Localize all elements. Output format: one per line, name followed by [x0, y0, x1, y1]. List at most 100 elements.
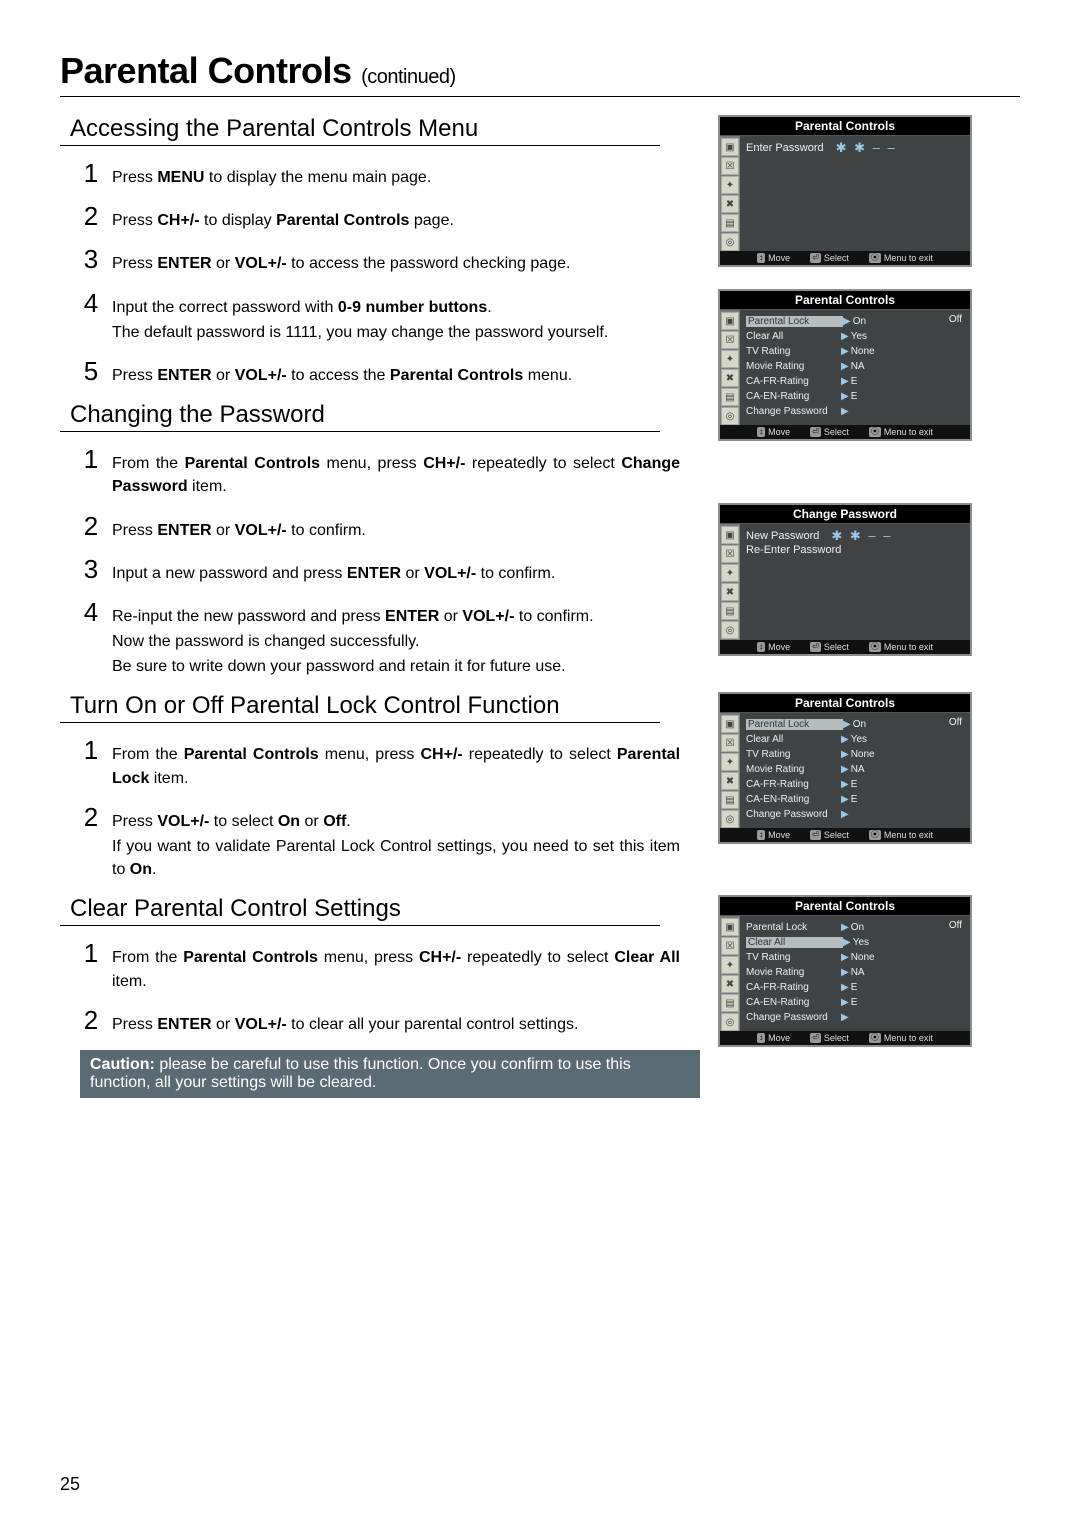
step-number: 2 [80, 203, 102, 229]
osd-content: New Password✱ ✱ – –Re-Enter Password [740, 524, 970, 640]
osd-footer-hint: ⏎Select [810, 830, 849, 840]
osd-menu-row: Change Password▶ [746, 404, 964, 419]
osd-icon: ◎ [721, 1013, 739, 1031]
section-divider [60, 431, 660, 432]
osd-menu-row: Change Password▶ [746, 807, 964, 822]
osd-menu-label: Parental Lock [746, 719, 843, 730]
step-text: Input the correct password with 0-9 numb… [112, 296, 680, 344]
osd-pw-value: ✱ ✱ – – [831, 528, 892, 544]
steps-lock: 1From the Parental Controls menu, press … [80, 737, 680, 881]
step-text: Press ENTER or VOL+/- to access the Pare… [112, 364, 680, 387]
osd-icon-column: ▣☒✦✖▤◎ [720, 524, 740, 640]
title-divider [60, 96, 1020, 97]
osd-menu-row: Movie Rating▶NA [746, 359, 964, 374]
osd-enter-password: Parental Controls▣☒✦✖▤◎Enter Password✱ ✱… [718, 115, 972, 267]
step-item: 2 Press CH+/- to display Parental Control… [80, 203, 680, 232]
osd-label: Enter Password [746, 142, 824, 154]
step-item: 3Press ENTER or VOL+/- to access the pas… [80, 246, 680, 275]
step-text: Press ENTER or VOL+/- to confirm. [112, 519, 680, 542]
osd-icon: ▣ [721, 918, 739, 936]
osd-parental-menu-1: Parental Controls▣☒✦✖▤◎OffParental Lock▶… [718, 289, 972, 441]
osd-menu-label: Parental Lock [746, 316, 843, 327]
osd-footer: ↕Move⏎Select⦿Menu to exit [720, 828, 970, 842]
step-item: 2Press VOL+/- to select On or Off.If you… [80, 804, 680, 882]
arrow-right-icon: ▶ [841, 734, 849, 745]
heading-lock: Turn On or Off Parental Lock Control Fun… [70, 692, 700, 720]
step-number: 2 [80, 804, 102, 830]
osd-icon: ✦ [721, 956, 739, 974]
osd-body: ▣☒✦✖▤◎OffParental Lock▶OnClear All▶YesTV… [720, 310, 970, 425]
heading-accessing: Accessing the Parental Controls Menu [70, 115, 700, 143]
osd-icon: ✖ [721, 369, 739, 387]
osd-menu-row: TV Rating▶None [746, 950, 964, 965]
step-text: Press MENU to display the menu main page… [112, 166, 680, 189]
osd-icon: ✦ [721, 753, 739, 771]
step-text: Press ENTER or VOL+/- to clear all your … [112, 1013, 680, 1036]
step-item: 2Press ENTER or VOL+/- to clear all your… [80, 1007, 680, 1036]
step-item: 1From the Parental Controls menu, press … [80, 940, 680, 992]
osd-footer-hint: ⏎Select [810, 253, 849, 263]
osd-content: OffParental Lock▶OnClear All▶YesTV Ratin… [740, 310, 970, 425]
step-number: 1 [80, 940, 102, 966]
arrow-right-icon: ▶ [843, 937, 851, 948]
osd-menu-label: Clear All [746, 331, 841, 342]
osd-footer-hint: ↕Move [757, 253, 790, 263]
osd-menu-label: Movie Rating [746, 361, 841, 372]
osd-menu-value: NA [851, 967, 865, 978]
step-item: 2Press ENTER or VOL+/- to confirm. [80, 513, 680, 542]
step-text: Press ENTER or VOL+/- to access the pass… [112, 252, 680, 275]
arrow-right-icon: ▶ [841, 346, 849, 357]
osd-footer-hint: ⏎Select [810, 427, 849, 437]
arrow-right-icon: ▶ [841, 997, 849, 1008]
osd-title: Change Password [720, 505, 970, 524]
osd-menu-label: TV Rating [746, 346, 841, 357]
osd-menu-value: E [851, 982, 858, 993]
osd-icon: ☒ [721, 157, 739, 175]
osd-menu-row: TV Rating▶None [746, 344, 964, 359]
osd-menu-label: Change Password [746, 1012, 841, 1023]
osd-icon: ☒ [721, 937, 739, 955]
osd-pw-row: Enter Password ✱ ✱ – – [746, 140, 964, 156]
osd-footer-hint: ↕Move [757, 642, 790, 652]
osd-icon: ▤ [721, 388, 739, 406]
osd-footer-hint: ⦿Menu to exit [869, 1033, 933, 1043]
osd-menu-label: CA-EN-Rating [746, 794, 841, 805]
osd-menu-row: CA-FR-Rating▶E [746, 374, 964, 389]
section-divider [60, 925, 660, 926]
osd-pw-value: ✱ ✱ – – [836, 140, 897, 156]
osd-menu-value: On [853, 719, 866, 730]
osd-off-label: Off [949, 314, 962, 325]
osd-menu-label: Movie Rating [746, 967, 841, 978]
step-text: From the Parental Controls menu, press C… [112, 452, 680, 498]
step-item: 5Press ENTER or VOL+/- to access the Par… [80, 358, 680, 387]
arrow-right-icon: ▶ [841, 779, 849, 790]
osd-label: Re-Enter Password [746, 544, 841, 556]
osd-footer-hint: ⦿Menu to exit [869, 642, 933, 652]
osd-menu-row: Clear All▶Yes [746, 732, 964, 747]
osd-footer-hint: ⏎Select [810, 1033, 849, 1043]
osd-icon-column: ▣☒✦✖▤◎ [720, 310, 740, 425]
osd-icon: ▣ [721, 715, 739, 733]
arrow-right-icon: ▶ [841, 764, 849, 775]
osd-footer-hint: ↕Move [757, 1033, 790, 1043]
osd-pw-row: New Password✱ ✱ – – [746, 528, 964, 544]
osd-title: Parental Controls [720, 694, 970, 713]
osd-icon: ▤ [721, 994, 739, 1012]
osd-menu-label: Parental Lock [746, 922, 841, 933]
osd-menu-row: Parental Lock▶On [746, 314, 964, 329]
osd-icon: ☒ [721, 331, 739, 349]
section-divider [60, 722, 660, 723]
osd-menu-value: NA [851, 361, 865, 372]
osd-menu-row: Movie Rating▶NA [746, 762, 964, 777]
arrow-right-icon: ▶ [841, 982, 849, 993]
step-number: 1 [80, 446, 102, 472]
osd-icon: ◎ [721, 233, 739, 251]
heading-clear: Clear Parental Control Settings [70, 895, 700, 923]
osd-menu-row: TV Rating▶None [746, 747, 964, 762]
step-text: Press CH+/- to display Parental Controls… [112, 209, 680, 232]
osd-footer-hint: ↕Move [757, 427, 790, 437]
arrow-right-icon: ▶ [841, 1012, 849, 1023]
arrow-right-icon: ▶ [843, 719, 851, 730]
osd-menu-label: Change Password [746, 809, 841, 820]
osd-footer: ↕Move ⏎Select ⦿Menu to exit [720, 1031, 970, 1045]
